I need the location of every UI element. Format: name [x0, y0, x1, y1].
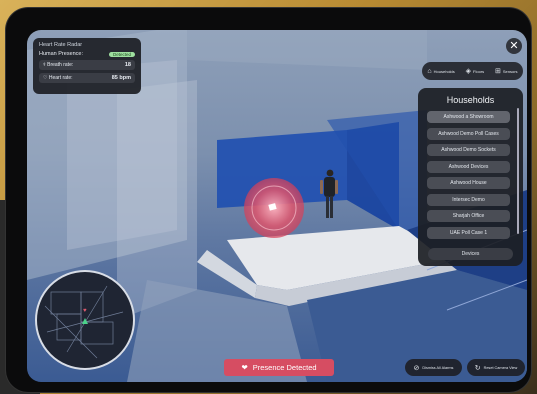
heart-marker-icon: ♥	[83, 308, 87, 314]
close-button[interactable]: ✕	[506, 38, 522, 54]
view-toolbar: ⌂ Households ◈ Floors ⊞ Sensors	[422, 62, 523, 80]
households-panel: Households Ashwood a Showroom Ashwood De…	[418, 88, 523, 266]
household-item[interactable]: Ashwood Demo Poll Cases	[427, 127, 510, 140]
tablet-frame: Heart Rate Radar Human Presence: Detecte…	[6, 8, 531, 392]
breath-rate-value: 18	[124, 62, 131, 68]
breath-rate-row: ⚕ Breath rate: 18	[39, 60, 135, 70]
tab-floors[interactable]: ◈ Floors	[466, 68, 485, 75]
presence-label: Presence Detected	[252, 363, 317, 372]
app-screen: Heart Rate Radar Human Presence: Detecte…	[27, 30, 527, 382]
grid-icon: ⊞	[494, 67, 501, 75]
household-item[interactable]: Ashwood a Showroom	[427, 111, 510, 123]
layers-icon: ◈	[465, 67, 472, 75]
status-badge: Detected	[108, 51, 135, 57]
reset-icon: ↻	[474, 364, 481, 372]
household-item[interactable]: Ashwood Demo Sockets	[427, 144, 510, 156]
household-item[interactable]: Ashwood Devices	[427, 160, 510, 173]
home-icon: ⌂	[427, 67, 432, 75]
tab-sensors[interactable]: ⊞ Sensors	[495, 68, 518, 75]
scrollbar[interactable]	[517, 108, 519, 234]
reset-camera-button[interactable]: ↻ Reset Camera View	[467, 359, 525, 376]
heart-rate-label: ♡ Heart rate:	[43, 75, 73, 81]
minimap-floorplan: ♥	[44, 285, 124, 359]
heart-rate-row: ♡ Heart rate: 85 bpm	[39, 73, 135, 83]
breath-rate-label: ⚕ Breath rate:	[43, 62, 74, 68]
tab-households[interactable]: ⌂ Households	[427, 68, 454, 75]
household-item[interactable]: Ashwood House	[427, 177, 510, 189]
dismiss-alarms-label: Dismiss All Alarms	[422, 365, 454, 370]
presence-row: Human Presence: Detected	[39, 51, 135, 57]
heart-rate-radar-panel: Heart Rate Radar Human Presence: Detecte…	[33, 38, 141, 94]
close-icon: ✕	[509, 40, 519, 52]
dismiss-alarms-button[interactable]: ⊘ Dismiss All Alarms	[405, 359, 462, 376]
households-title: Households	[446, 95, 495, 105]
household-item[interactable]: Intersec Demo	[427, 193, 510, 206]
panel-title: Heart Rate Radar	[39, 42, 83, 48]
household-item[interactable]: UAE Poll Case 1	[427, 226, 510, 239]
heart-rate-value: 85 bpm	[111, 75, 131, 81]
household-item[interactable]: Sharjah Office	[427, 210, 510, 222]
heart-icon: ❤	[241, 363, 248, 372]
tab-households-label: Households	[433, 68, 455, 74]
devices-button[interactable]: Devices	[428, 248, 513, 260]
minimap[interactable]: ♥	[35, 270, 135, 370]
reset-camera-label: Reset Camera View	[483, 365, 518, 370]
bell-off-icon: ⊘	[413, 364, 420, 372]
presence-label: Human Presence:	[39, 51, 84, 57]
presence-alert-banner[interactable]: ❤ Presence Detected	[224, 359, 334, 376]
tab-floors-label: Floors	[473, 68, 485, 74]
tab-sensors-label: Sensors	[502, 68, 518, 74]
